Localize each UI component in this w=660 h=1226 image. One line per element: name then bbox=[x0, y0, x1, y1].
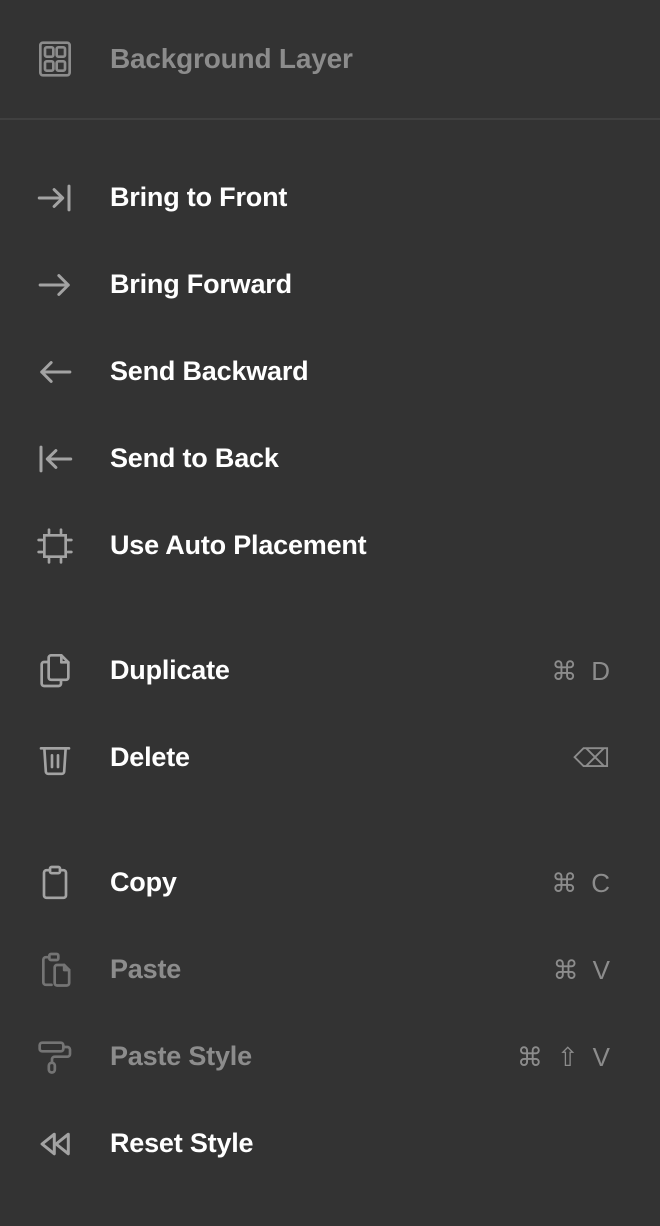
menu-item-shortcut: ⌫ bbox=[573, 745, 660, 771]
shortcut-key: ⌘ bbox=[552, 954, 579, 985]
menu-item-shortcut: ⌘ ⇧ V bbox=[517, 1044, 660, 1070]
menu-item-send-backward[interactable]: Send Backward bbox=[0, 328, 660, 415]
menu-item-paste[interactable]: Paste ⌘ V bbox=[0, 926, 660, 1013]
shortcut-key: ⌘ bbox=[516, 1041, 543, 1072]
shortcut-key: ⌫ bbox=[573, 742, 610, 773]
menu-item-label: Send Backward bbox=[110, 356, 309, 386]
menu-item-use-auto-placement[interactable]: Use Auto Placement bbox=[0, 502, 660, 589]
menu-header-background-layer: Background Layer bbox=[0, 0, 660, 120]
arrow-left-icon bbox=[0, 351, 110, 393]
menu-item-label: Bring Forward bbox=[110, 269, 292, 299]
menu-item-label: Send to Back bbox=[110, 443, 279, 473]
menu-divider-2 bbox=[0, 801, 660, 839]
menu-item-duplicate[interactable]: Duplicate ⌘ D bbox=[0, 627, 660, 714]
menu-item-label: Copy bbox=[110, 867, 177, 897]
menu-item-copy[interactable]: Copy ⌘ C bbox=[0, 839, 660, 926]
page-title: Background Layer bbox=[110, 43, 353, 74]
menu-item-shortcut: ⌘ D bbox=[551, 658, 660, 684]
menu-item-shortcut: ⌘ V bbox=[553, 957, 660, 983]
rewind-icon bbox=[0, 1123, 110, 1165]
menu-item-label: Reset Style bbox=[110, 1128, 254, 1158]
arrow-right-to-line-icon bbox=[0, 177, 110, 219]
shortcut-key: ⌘ bbox=[551, 867, 578, 898]
menu-items-list: Bring to Front Bring Forward Send Backwa… bbox=[0, 120, 660, 1187]
menu-item-label: Delete bbox=[110, 742, 190, 772]
paint-roller-icon bbox=[0, 1037, 110, 1077]
layout-grid-icon bbox=[0, 39, 110, 79]
arrow-left-to-line-icon bbox=[0, 438, 110, 480]
menu-item-label: Use Auto Placement bbox=[110, 530, 367, 560]
menu-item-reset-style[interactable]: Reset Style bbox=[0, 1100, 660, 1187]
menu-item-bring-to-front[interactable]: Bring to Front bbox=[0, 154, 660, 241]
shortcut-key: V bbox=[592, 1041, 610, 1072]
menu-item-delete[interactable]: Delete ⌫ bbox=[0, 714, 660, 801]
shortcut-key: ⇧ bbox=[556, 1041, 579, 1072]
context-menu: Background Layer Bring to Front Bring Fo… bbox=[0, 0, 660, 1226]
menu-item-send-to-back[interactable]: Send to Back bbox=[0, 415, 660, 502]
menu-item-shortcut: ⌘ C bbox=[551, 870, 660, 896]
menu-item-label: Bring to Front bbox=[110, 182, 288, 212]
shortcut-key: V bbox=[592, 954, 610, 985]
trash-icon bbox=[0, 738, 110, 778]
menu-item-bring-forward[interactable]: Bring Forward bbox=[0, 241, 660, 328]
shortcut-key: D bbox=[591, 655, 610, 686]
menu-item-label: Paste Style bbox=[110, 1041, 252, 1071]
auto-placement-icon bbox=[0, 526, 110, 566]
menu-item-paste-style[interactable]: Paste Style ⌘ ⇧ V bbox=[0, 1013, 660, 1100]
menu-item-label: Paste bbox=[110, 954, 182, 984]
arrow-right-icon bbox=[0, 264, 110, 306]
clipboard-paste-icon bbox=[0, 950, 110, 990]
shortcut-key: ⌘ bbox=[551, 655, 578, 686]
menu-item-label: Duplicate bbox=[110, 655, 230, 685]
menu-divider-1 bbox=[0, 589, 660, 627]
clipboard-icon bbox=[0, 863, 110, 903]
copy-documents-icon bbox=[0, 651, 110, 691]
shortcut-key: C bbox=[591, 867, 610, 898]
